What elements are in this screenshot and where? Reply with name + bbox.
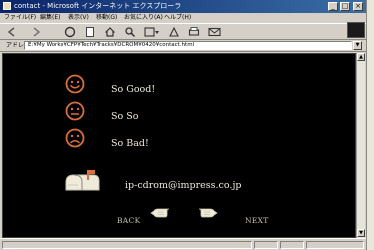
browser-icon	[3, 2, 11, 10]
status-panel-progress	[254, 241, 278, 249]
address-input[interactable]: E:¥My Works¥CFP¥Tech¥Tracks¥DCROM¥0420¥c…	[24, 41, 352, 50]
status-bar	[0, 238, 366, 250]
menu-help[interactable]: ヘルプ(H)	[164, 13, 191, 23]
address-bar: アドレス E:¥My Works¥CFP¥Tech¥Tracks¥DCROM¥0…	[0, 40, 366, 52]
print-icon[interactable]	[188, 26, 200, 38]
scroll-up-button[interactable]: ▲	[357, 53, 365, 61]
menu-view[interactable]: 表示(V)	[68, 13, 89, 23]
status-panel-lock	[280, 241, 304, 249]
sad-face-icon	[65, 128, 85, 148]
neutral-face-icon	[65, 101, 85, 121]
option-so-good[interactable]: So Good!	[111, 84, 155, 96]
option-so-bad[interactable]: So Bad!	[111, 138, 149, 150]
close-button[interactable]: ×	[353, 2, 363, 11]
address-dropdown-button[interactable]: ▼	[353, 41, 362, 50]
vertical-scrollbar[interactable]: ▲ ▼	[356, 53, 365, 238]
email-link[interactable]: ip-cdrom@impress.co.jp	[125, 180, 241, 192]
maximize-button[interactable]: □	[340, 2, 350, 11]
menu-go[interactable]: 移動(G)	[96, 13, 117, 23]
history-icon[interactable]	[168, 26, 180, 38]
pointing-hand-right-icon[interactable]	[197, 206, 219, 220]
stop-icon[interactable]	[64, 26, 76, 38]
refresh-icon[interactable]	[84, 26, 96, 38]
favorites-icon[interactable]	[144, 26, 160, 38]
pointing-hand-left-icon[interactable]	[149, 206, 171, 220]
title-bar: contact - Microsoft インターネット エクスプローラ _ □ …	[0, 0, 366, 13]
status-panel-zone	[306, 241, 364, 249]
back-icon[interactable]	[6, 26, 18, 38]
browser-window: contact - Microsoft インターネット エクスプローラ _ □ …	[0, 0, 367, 250]
scroll-down-button[interactable]: ▼	[357, 229, 365, 237]
next-link[interactable]: NEXT	[245, 216, 269, 226]
mailbox-icon[interactable]	[63, 170, 103, 194]
smiley-face-icon	[65, 74, 85, 94]
option-so-so[interactable]: So So	[111, 111, 138, 123]
search-icon[interactable]	[124, 26, 136, 38]
menu-bar: ファイル(F) 編集(E) 表示(V) 移動(G) お気に入り(A) ヘルプ(H…	[0, 13, 366, 23]
status-panel-main	[2, 241, 252, 249]
mail-icon[interactable]	[208, 26, 222, 38]
minimize-button[interactable]: _	[328, 2, 338, 11]
home-icon[interactable]	[104, 26, 116, 38]
toolbar	[0, 23, 366, 40]
page-content: So Good! So So So Bad! ip-cdrom@impress.…	[2, 53, 356, 238]
menu-file[interactable]: ファイル(F)	[4, 13, 36, 23]
forward-icon[interactable]	[30, 26, 42, 38]
menu-edit[interactable]: 編集(E)	[40, 13, 60, 23]
browser-logo	[347, 22, 365, 38]
menu-favorites[interactable]: お気に入り(A)	[124, 13, 163, 23]
back-link[interactable]: BACK	[117, 216, 140, 226]
window-title: contact - Microsoft インターネット エクスプローラ	[14, 2, 182, 10]
